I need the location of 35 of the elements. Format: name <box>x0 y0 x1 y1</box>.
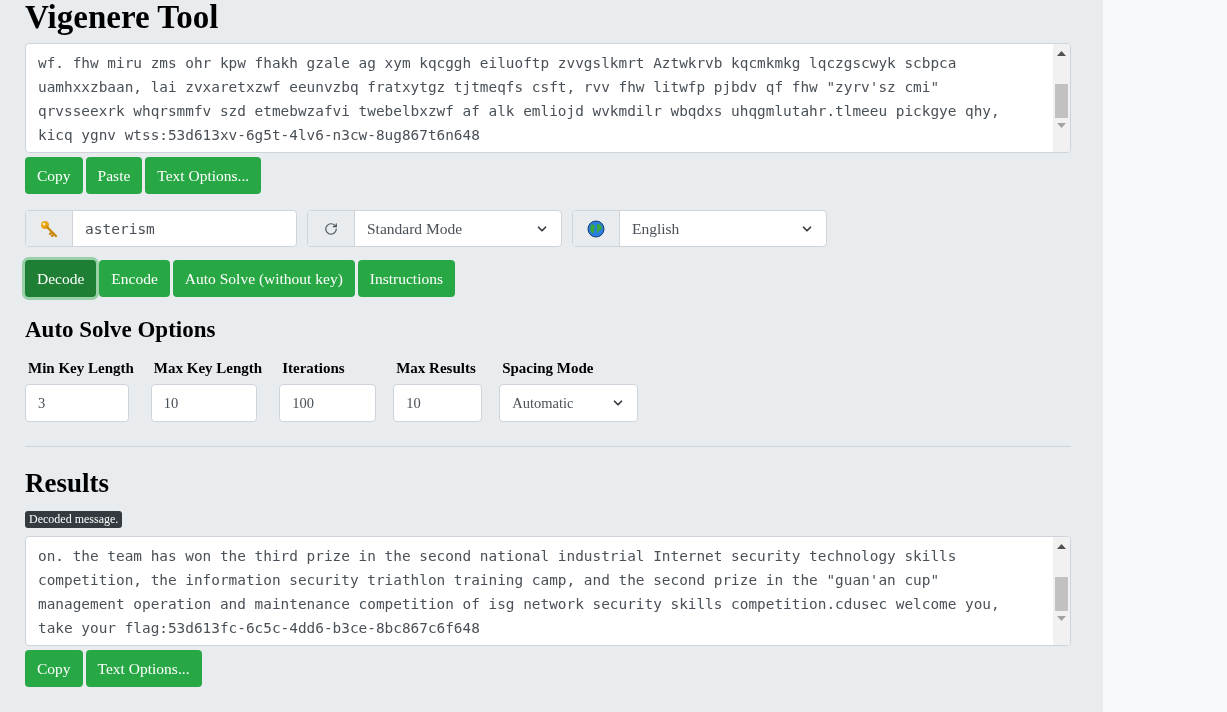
scroll-up-icon[interactable] <box>1057 544 1066 549</box>
field-label: Max Results <box>395 359 477 378</box>
text-action-button[interactable]: Text Options... <box>145 157 262 194</box>
action-button[interactable]: Decode <box>25 260 97 297</box>
page-title: Vigenere Tool <box>25 0 220 37</box>
scroll-down-icon[interactable] <box>1057 616 1066 621</box>
text-action-button[interactable]: Copy <box>25 157 83 194</box>
field-label: Min Key Length <box>27 359 134 378</box>
text-area[interactable] <box>25 43 1071 153</box>
action-button[interactable]: Encode <box>99 260 170 297</box>
action-button[interactable]: Instructions <box>357 260 455 297</box>
text-action-button[interactable]: Text Options... <box>85 650 202 687</box>
section-heading: Auto Solve Options <box>25 316 217 344</box>
scrollbar[interactable] <box>1053 537 1070 645</box>
field-label: Max Key Length <box>152 359 263 378</box>
number-field[interactable]: 3 <box>25 384 129 422</box>
number-field[interactable]: 10 <box>393 384 483 422</box>
field-label: Iterations <box>281 359 346 378</box>
message-text: on. the team has won the third prize in the second national industrial Internet security technology skills competition, the information security triathlon training camp, and the second prize in the "guan'an cup" management operation and maintenance competition of isg network security skills competition.cdusec welcome you, take your flag:53d613fc-6c5c-4dd6-b3ce-8bc867c6f648 <box>38 547 1001 638</box>
scroll-down-icon[interactable] <box>1057 123 1066 128</box>
text-area[interactable] <box>25 536 1071 646</box>
scroll-up-icon[interactable] <box>1057 51 1066 56</box>
number-field[interactable]: 100 <box>279 384 377 422</box>
field-label: Spacing Mode <box>501 359 595 378</box>
scrollbar-thumb[interactable] <box>1055 84 1068 118</box>
section-heading: Results <box>25 467 110 499</box>
action-button[interactable]: Auto Solve (without key) <box>172 260 355 297</box>
status-badge: Decoded message. <box>25 511 123 528</box>
spacing-select[interactable]: Automatic <box>499 384 639 422</box>
scrollbar-thumb[interactable] <box>1055 577 1068 611</box>
scrollbar[interactable] <box>1053 44 1070 152</box>
text-action-button[interactable]: Copy <box>25 650 83 687</box>
text-action-button[interactable]: Paste <box>85 157 143 194</box>
message-text: wf. fhw miru zms ohr kpw fhakh gzale ag xym kqcggh eiluoftp zvvgslkmrt Aztwkrvb kqcmkmkg lqczgscwyk scbpca uamhxxzbaan, lai zvxaretxzwf eeunvzbq fratxytgz tjtmeqfs csft, rvv fhw litwfp pjbdv qf fhw "zyrv'sz cmi" qrvsseexrk whqrsmmfv szd etmebwzafvi twebelbxzwf af alk emliojd wvkmdilr wbqdxs uhqgmlutahr.tlmeeu pickgye qhy, kicq ygnv wtss:53d613xv-6g5t-4lv6-n3cw-8ug867t6n648 <box>38 54 1001 145</box>
number-field[interactable]: 10 <box>150 384 257 422</box>
